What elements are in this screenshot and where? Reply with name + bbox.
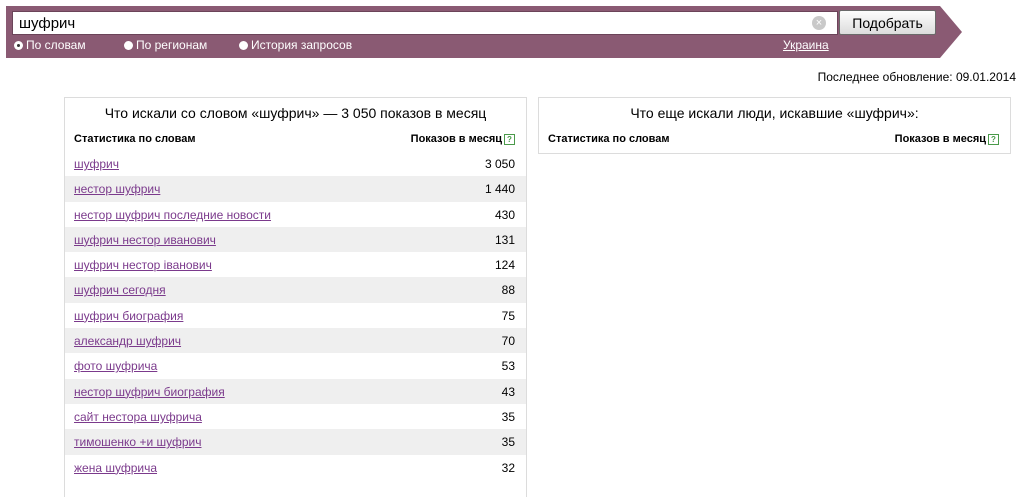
table-row: шуфрич биография 75 <box>65 303 526 328</box>
keyword-count: 75 <box>501 308 515 323</box>
keyword-table: шуфрич 3 050 нестор шуфрич 1 440 нестор шуфр… <box>65 151 526 480</box>
keyword-count: 32 <box>501 460 515 475</box>
keyword-link[interactable]: александр шуфрич <box>74 334 181 348</box>
table-row: жена шуфрича 32 <box>65 455 526 480</box>
table-row: сайт нестора шуфрича 35 <box>65 404 526 429</box>
keyword-count: 430 <box>494 207 515 222</box>
keyword-link[interactable]: шуфрич биография <box>74 309 183 323</box>
table-header: Статистика по словам Показов в месяц? <box>65 133 526 151</box>
column-shows-label: Показов в месяц <box>410 133 502 145</box>
table-row: нестор шуфрич последние новости 430 <box>65 202 526 227</box>
keyword-link[interactable]: шуфрич нестор иванович <box>74 233 216 247</box>
table-row: шуфрич 3 050 <box>65 151 526 176</box>
column-shows: Показов в месяц? <box>411 133 515 145</box>
keyword-link[interactable]: шуфрич сегодня <box>74 283 166 297</box>
mode-by-words[interactable]: По словам <box>14 38 86 52</box>
keyword-link[interactable]: нестор шуфрич <box>74 182 160 196</box>
panel-title: Что еще искали люди, искавшие «шуфрич»: <box>630 105 919 121</box>
keyword-link[interactable]: тимошенко +и шуфрич <box>74 435 201 449</box>
table-row: нестор шуфрич биография 43 <box>65 378 526 404</box>
keyword-link[interactable]: шуфрич <box>74 157 119 171</box>
help-icon[interactable]: ? <box>988 134 999 145</box>
table-row: александр шуфрич 70 <box>65 328 526 354</box>
keyword-link[interactable]: жена шуфрича <box>74 461 157 475</box>
table-row: шуфрич сегодня 88 <box>65 277 526 303</box>
column-shows: Показов в месяц? <box>895 133 999 145</box>
search-bar-arrow <box>940 6 962 58</box>
keyword-link[interactable]: нестор шуфрич биография <box>74 385 225 399</box>
keyword-count: 88 <box>501 283 515 298</box>
keyword-link[interactable]: фото шуфрича <box>74 359 157 373</box>
keyword-count: 124 <box>494 258 515 273</box>
mode-label: По регионам <box>136 38 208 52</box>
table-row: фото шуфрича 53 <box>65 353 526 378</box>
region-link[interactable]: Украина <box>783 38 829 52</box>
submit-button[interactable]: Подобрать <box>839 10 936 35</box>
table-row: шуфрич нестор иванович 131 <box>65 226 526 253</box>
keyword-count: 53 <box>501 359 515 374</box>
keyword-count: 131 <box>494 232 515 247</box>
column-words: Статистика по словам <box>548 133 670 145</box>
keyword-count: 43 <box>501 384 515 399</box>
keyword-count: 1 440 <box>484 182 515 197</box>
column-words: Статистика по словам <box>74 133 196 145</box>
mode-label: По словам <box>26 38 86 52</box>
mode-by-regions[interactable]: По регионам <box>124 38 207 52</box>
keyword-count: 3 050 <box>484 157 515 171</box>
keyword-link[interactable]: шуфрич нестор іванович <box>74 258 212 272</box>
keyword-link[interactable]: нестор шуфрич последние новости <box>74 208 271 222</box>
radio-icon <box>14 41 23 50</box>
search-input[interactable] <box>12 11 838 35</box>
radio-icon <box>239 41 248 50</box>
keyword-count: 35 <box>501 409 515 424</box>
table-row: нестор шуфрич 1 440 <box>65 176 526 202</box>
table-header: Статистика по словам Показов в месяц? <box>539 133 1010 151</box>
panel-title: Что искали со словом «шуфрич» — 3 050 по… <box>104 105 487 121</box>
table-row: тимошенко +и шуфрич 35 <box>65 429 526 455</box>
keyword-link[interactable]: сайт нестора шуфрича <box>74 410 202 424</box>
related-searches-panel: Что еще искали люди, искавшие «шуфрич»: … <box>538 97 1011 154</box>
help-icon[interactable]: ? <box>504 134 515 145</box>
radio-icon <box>124 41 133 50</box>
clear-icon[interactable]: × <box>812 16 826 30</box>
mode-query-history[interactable]: История запросов <box>239 38 352 52</box>
table-row: шуфрич нестор іванович 124 <box>65 252 526 277</box>
last-update: Последнее обновление: 09.01.2014 <box>817 70 1016 84</box>
column-shows-label: Показов в месяц <box>894 133 986 145</box>
keyword-count: 35 <box>501 435 515 450</box>
keyword-count: 70 <box>501 334 515 349</box>
mode-label: История запросов <box>251 38 353 52</box>
word-stats-panel: Что искали со словом «шуфрич» — 3 050 по… <box>64 97 527 497</box>
search-bar: × Подобрать По словам По регионам Истори… <box>6 6 940 58</box>
